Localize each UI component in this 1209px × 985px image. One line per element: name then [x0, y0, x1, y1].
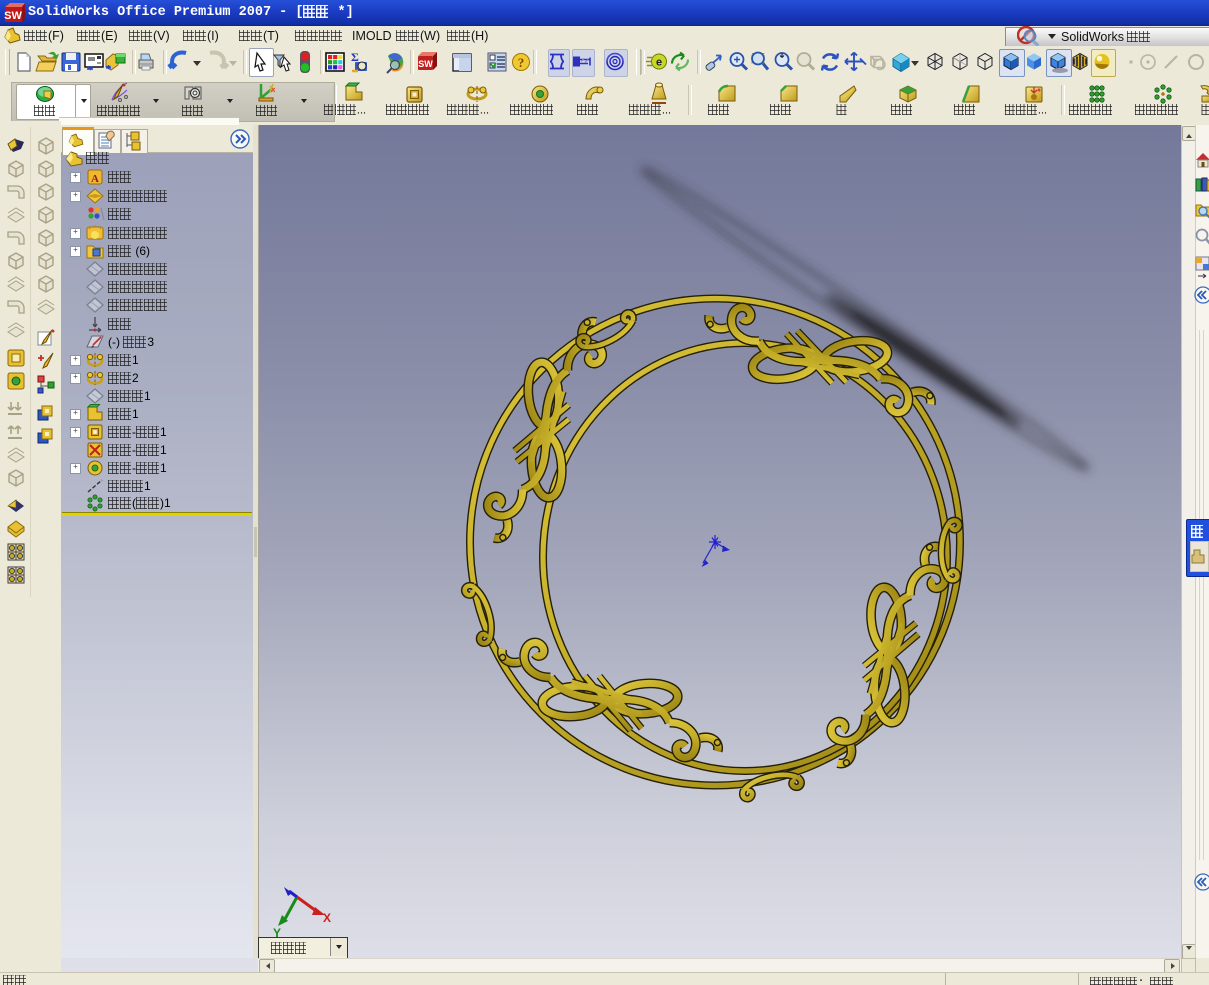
- svg-text:Σ: Σ: [351, 50, 359, 64]
- svg-text:A: A: [91, 173, 99, 185]
- svg-text:SW: SW: [418, 59, 433, 69]
- svg-text:SW: SW: [4, 10, 22, 22]
- svg-text:?: ?: [518, 55, 525, 70]
- svg-text:X: X: [323, 911, 331, 925]
- svg-text:e: e: [656, 57, 662, 69]
